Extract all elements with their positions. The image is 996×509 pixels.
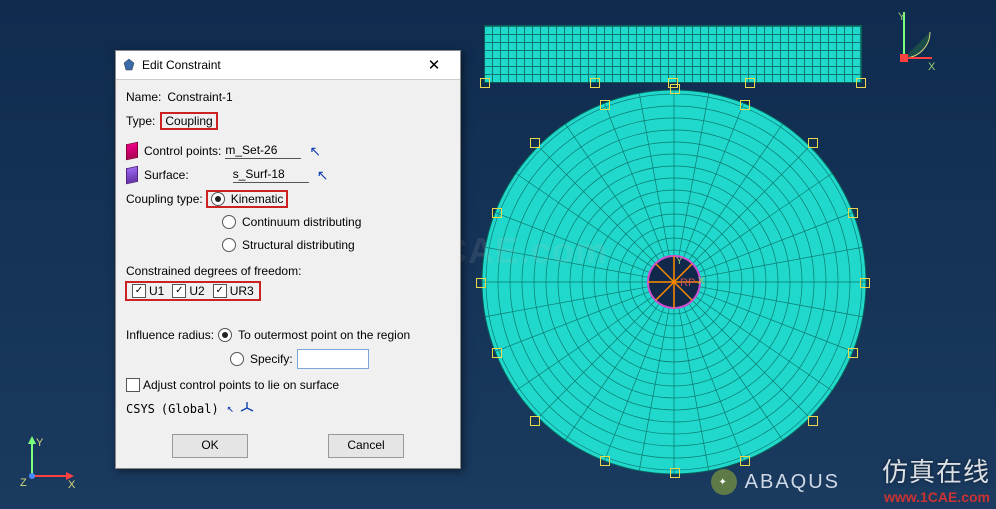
- svg-text:X: X: [928, 61, 936, 72]
- dof-u2-label: U2: [189, 284, 204, 298]
- svg-text:X: X: [68, 479, 76, 488]
- name-value: Constraint-1: [167, 90, 232, 104]
- pick-cursor-icon[interactable]: ↖: [227, 401, 234, 418]
- radio-outermost-label: To outermost point on the region: [238, 328, 410, 342]
- close-icon[interactable]: ✕: [414, 56, 454, 74]
- radio-kinematic[interactable]: [211, 192, 225, 206]
- dof-section-label: Constrained degrees of freedom:: [126, 264, 450, 278]
- mesh-circular-disc: RP Y X: [480, 88, 868, 476]
- radio-specify[interactable]: [230, 352, 244, 366]
- specify-radius-input[interactable]: [297, 349, 369, 369]
- control-points-swatch-icon: [126, 142, 138, 161]
- ok-button[interactable]: OK: [172, 434, 248, 458]
- create-csys-icon[interactable]: [240, 401, 254, 418]
- radio-structural-label: Structural distributing: [242, 238, 355, 252]
- radio-structural[interactable]: [222, 238, 236, 252]
- dialog-app-icon: [122, 58, 136, 72]
- selection-handle: [590, 78, 600, 88]
- control-points-label: Control points:: [144, 144, 221, 158]
- svg-text:Y: Y: [36, 437, 44, 449]
- selection-handle: [745, 78, 755, 88]
- pick-cursor-icon[interactable]: ↖: [317, 167, 329, 184]
- surface-value: s_Surf-18: [233, 167, 309, 183]
- radio-specify-label: Specify:: [250, 352, 293, 366]
- radio-kinematic-label: Kinematic: [231, 192, 284, 206]
- dialog-title: Edit Constraint: [136, 58, 414, 72]
- svg-text:Z: Z: [20, 477, 27, 488]
- viewport: RP Y X 1CAE.com Y X: [0, 0, 996, 509]
- csys-value: (Global): [161, 402, 219, 416]
- cancel-button[interactable]: Cancel: [328, 434, 404, 458]
- surface-swatch-icon: [126, 166, 138, 185]
- coupling-type-label: Coupling type:: [126, 192, 203, 206]
- name-label: Name:: [126, 90, 161, 104]
- checkbox-adjust[interactable]: [126, 378, 140, 392]
- dialog-titlebar[interactable]: Edit Constraint ✕: [116, 51, 460, 80]
- view-triad-icon: Y X: [872, 8, 936, 72]
- global-axis-icon: Y X Z: [20, 434, 80, 491]
- surface-label: Surface:: [144, 168, 189, 182]
- reference-point-label: RP: [680, 277, 695, 289]
- control-points-value: m_Set-26: [225, 143, 301, 159]
- radio-outermost[interactable]: [218, 328, 232, 342]
- checkbox-ur3[interactable]: [213, 284, 227, 298]
- checkbox-u2[interactable]: [172, 284, 186, 298]
- svg-text:Y: Y: [676, 256, 683, 267]
- pick-cursor-icon[interactable]: ↖: [309, 143, 321, 160]
- radio-continuum-label: Continuum distributing: [242, 215, 361, 229]
- type-label: Type:: [126, 114, 155, 128]
- influence-radius-label: Influence radius:: [126, 328, 214, 342]
- radio-continuum[interactable]: [222, 215, 236, 229]
- selection-handle: [856, 78, 866, 88]
- svg-text:Y: Y: [898, 11, 906, 23]
- watermark-bottom-right: 仿真在线 www.1CAE.com: [882, 452, 990, 505]
- type-value: Coupling: [161, 113, 216, 129]
- dof-ur3-label: UR3: [230, 284, 254, 298]
- edit-constraint-dialog: Edit Constraint ✕ Name: Constraint-1 Typ…: [115, 50, 461, 469]
- dof-u1-label: U1: [149, 284, 164, 298]
- checkbox-u1[interactable]: [132, 284, 146, 298]
- adjust-label: Adjust control points to lie on surface: [143, 378, 339, 392]
- selection-handle: [480, 78, 490, 88]
- svg-text:X: X: [698, 276, 705, 287]
- csys-label: CSYS: [126, 402, 155, 416]
- mesh-rectangular-beam: [484, 25, 862, 83]
